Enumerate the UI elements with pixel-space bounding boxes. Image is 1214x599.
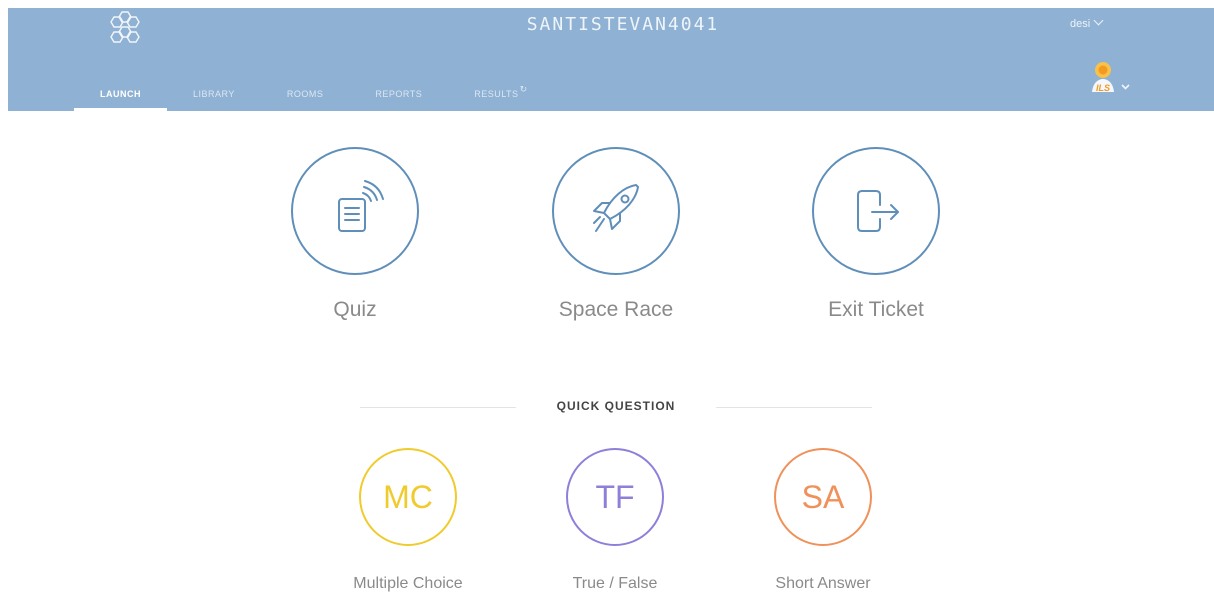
tf-abbreviation: TF xyxy=(595,478,635,515)
quick-question-label: Short Answer xyxy=(775,575,871,592)
tab-reports[interactable]: REPORTS xyxy=(349,78,448,111)
tab-label: RESULTS xyxy=(474,89,519,99)
tab-label: LIBRARY xyxy=(193,89,235,99)
chevron-down-icon xyxy=(1093,15,1104,26)
quick-question-true-false[interactable]: TF True / False xyxy=(535,448,695,593)
main-nav-tabs: LAUNCH LIBRARY ROOMS REPORTS RESULTS↻ xyxy=(74,78,554,111)
launch-space-race[interactable]: Space Race xyxy=(526,147,706,322)
space-race-circle xyxy=(552,147,680,275)
tab-library[interactable]: LIBRARY xyxy=(167,78,261,111)
quick-question-label: Multiple Choice xyxy=(353,575,463,592)
top-bar: SANTISTEVAN4041 desi LAUNCH LIBRARY ROOM… xyxy=(8,8,1214,111)
tf-ring: TF xyxy=(566,448,664,546)
quiz-icon xyxy=(338,180,384,232)
user-name: desi xyxy=(1070,18,1091,30)
teacher-badge-icon: ILS xyxy=(1092,62,1114,93)
quiz-circle xyxy=(291,147,419,275)
activity-label: Quiz xyxy=(333,298,377,321)
chevron-down-icon xyxy=(1121,84,1130,90)
tab-label: ROOMS xyxy=(286,89,324,99)
quick-question-title: QUICK QUESTION xyxy=(516,399,716,413)
tab-results[interactable]: RESULTS↻ xyxy=(448,78,553,111)
launch-panel: Quiz Space Race Exit Ticket QUICK QUESTI… xyxy=(0,111,1214,599)
rocket-icon xyxy=(593,184,639,232)
tab-launch[interactable]: LAUNCH xyxy=(74,78,167,111)
launch-quiz[interactable]: Quiz xyxy=(265,147,445,322)
quick-question-multiple-choice[interactable]: MC Multiple Choice xyxy=(328,448,488,593)
activity-label: Exit Ticket xyxy=(828,298,924,321)
user-menu[interactable]: desi xyxy=(1070,15,1104,30)
room-name-title: SANTISTEVAN4041 xyxy=(526,14,720,35)
exit-ticket-circle xyxy=(812,147,940,275)
tab-rooms[interactable]: ROOMS xyxy=(261,78,350,111)
exit-door-icon xyxy=(857,190,899,232)
quick-question-short-answer[interactable]: SA Short Answer xyxy=(743,448,903,593)
sa-abbreviation: SA xyxy=(801,478,845,515)
tab-label: LAUNCH xyxy=(100,89,141,99)
sa-ring: SA xyxy=(774,448,872,546)
launch-exit-ticket[interactable]: Exit Ticket xyxy=(786,147,966,322)
activity-label: Space Race xyxy=(558,298,674,321)
app-frame: SANTISTEVAN4041 desi LAUNCH LIBRARY ROOM… xyxy=(0,0,1214,599)
mc-abbreviation: MC xyxy=(383,478,433,515)
teacher-badge-menu[interactable]: ILS xyxy=(1086,60,1134,102)
refresh-icon: ↻ xyxy=(519,84,528,94)
tab-label: REPORTS xyxy=(375,89,423,99)
quick-question-label: True / False xyxy=(572,575,658,592)
svg-text:ILS: ILS xyxy=(1096,83,1110,93)
mc-ring: MC xyxy=(359,448,457,546)
